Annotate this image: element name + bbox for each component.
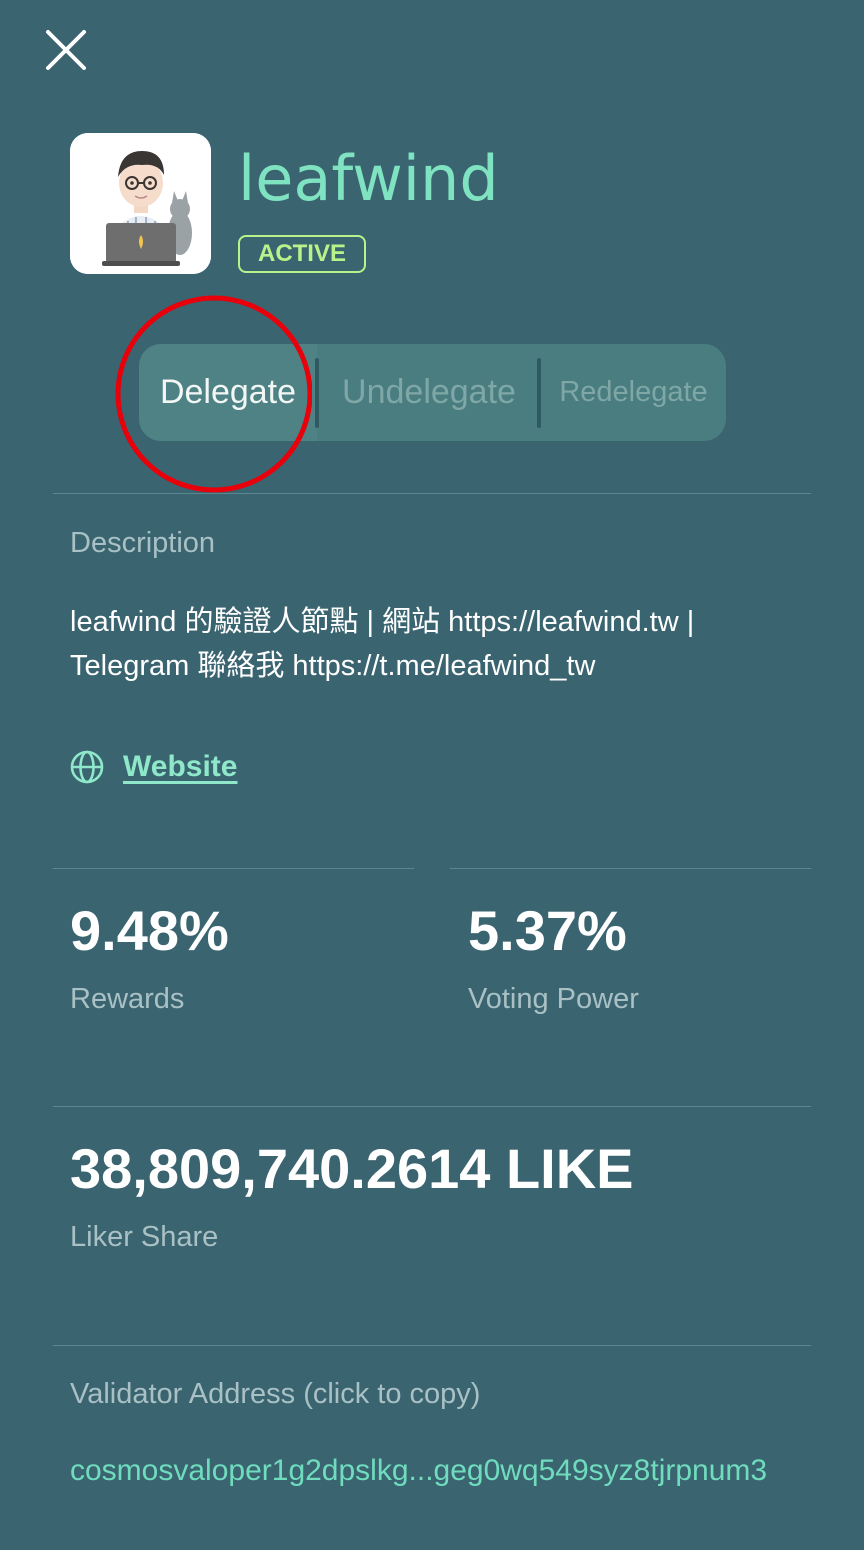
divider xyxy=(53,868,414,869)
validator-avatar xyxy=(70,133,211,274)
delegate-button[interactable]: Delegate xyxy=(139,344,317,441)
validator-address-label: Validator Address (click to copy) xyxy=(70,1378,481,1410)
divider xyxy=(53,1106,811,1107)
divider xyxy=(450,868,811,869)
action-segmented-control: Delegate Undelegate Redelegate xyxy=(139,344,726,441)
description-label: Description xyxy=(70,527,216,559)
liker-share-value: 38,809,740.2614 LIKE xyxy=(70,1137,634,1200)
globe-icon xyxy=(70,750,104,784)
undelegate-button[interactable]: Undelegate xyxy=(319,344,539,441)
website-link[interactable]: Website xyxy=(123,750,237,784)
rewards-label: Rewards xyxy=(70,983,185,1015)
status-badge: ACTIVE xyxy=(238,235,366,273)
divider xyxy=(53,1345,811,1346)
description-text: leafwind 的驗證人節點 | 網站 https://leafwind.tw… xyxy=(70,606,695,682)
divider xyxy=(53,493,811,494)
close-icon xyxy=(46,30,86,70)
redelegate-button[interactable]: Redelegate xyxy=(541,344,726,441)
close-button[interactable] xyxy=(44,28,88,72)
voting-power-value: 5.37% xyxy=(468,899,627,962)
rewards-value: 9.48% xyxy=(70,899,229,962)
validator-name: leafwind xyxy=(238,142,499,215)
voting-power-label: Voting Power xyxy=(468,983,639,1015)
validator-address[interactable]: cosmosvaloper1g2dpslkg...geg0wq549syz8tj… xyxy=(70,1454,767,1488)
avatar-illustration xyxy=(70,133,211,274)
liker-share-label: Liker Share xyxy=(70,1221,219,1253)
